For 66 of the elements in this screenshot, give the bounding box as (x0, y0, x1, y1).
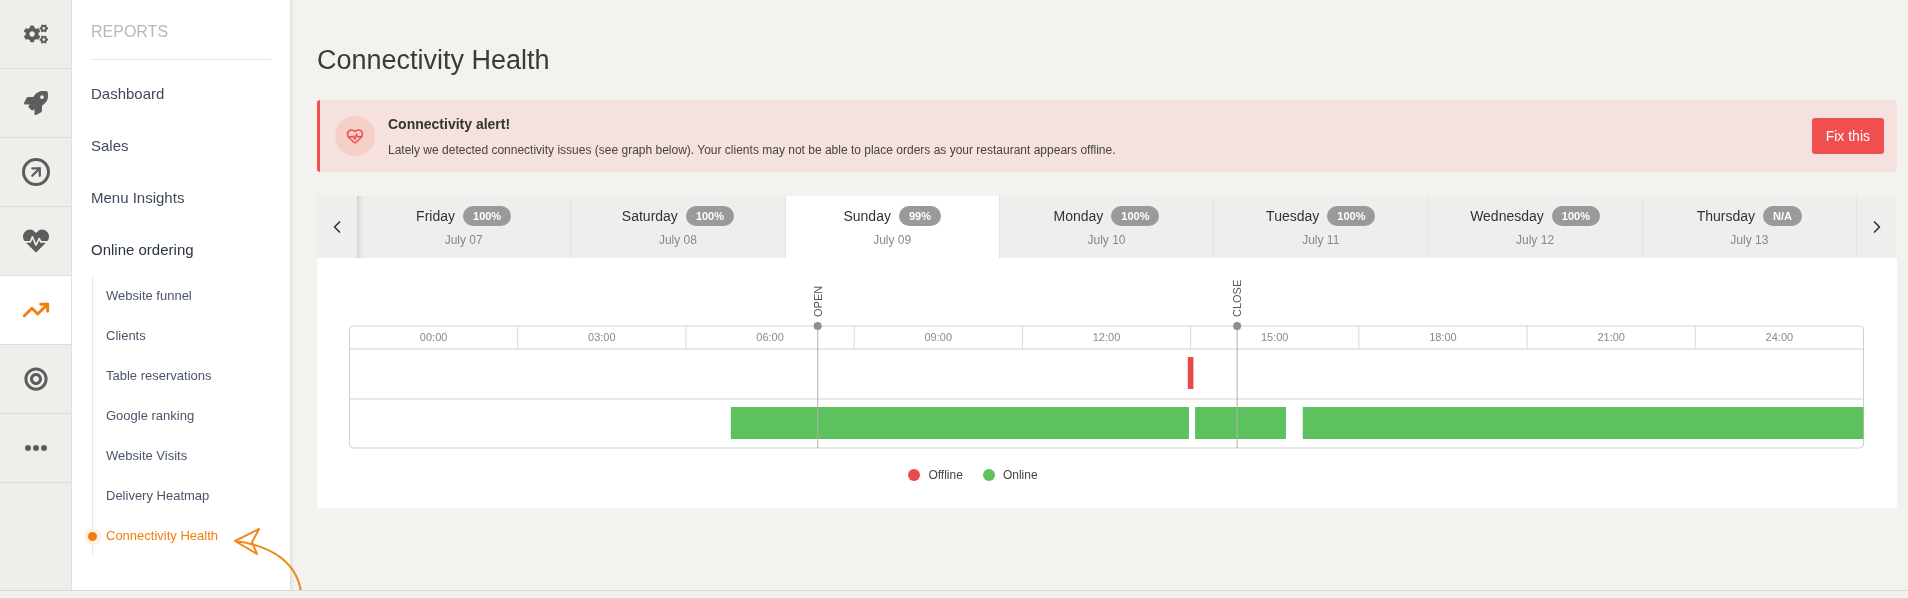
day-tab[interactable]: Wednesday 100% July 12 (1428, 196, 1643, 258)
percent-badge: 100% (685, 205, 734, 227)
tick-label: 15:00 (1260, 331, 1289, 343)
percent-badge: 100% (1327, 205, 1376, 227)
tick-label: 00:00 (419, 331, 448, 343)
marker-dot (1233, 322, 1242, 330)
target-icon (23, 367, 48, 391)
sidebar-subitem[interactable]: Website Visits (106, 446, 188, 466)
sidebar-heading: REPORTS (91, 0, 271, 60)
date-label: July 11 (1302, 231, 1340, 249)
date-label: July 12 (1516, 231, 1555, 249)
tick-label: 12:00 (1092, 331, 1121, 343)
date-label: July 08 (658, 231, 697, 249)
sidebar-subitem[interactable]: Delivery Heatmap (106, 486, 210, 506)
tick-label: 09:00 (924, 331, 953, 343)
date-label: July 09 (873, 231, 912, 249)
day-label: Wednesday (1470, 206, 1544, 226)
day-tab[interactable]: Sunday 99% July 09 (785, 196, 1000, 258)
page-title: Connectivity Health (317, 44, 551, 77)
rail-tab[interactable] (0, 276, 71, 345)
marker-dot (813, 322, 822, 330)
marker-label: CLOSE (1231, 279, 1244, 317)
legend-label: Offline (928, 467, 963, 484)
more-icon (24, 445, 47, 451)
tick-label: 24:00 (1765, 331, 1794, 343)
day-tab[interactable]: Thursday N/A July 13 (1642, 196, 1857, 258)
day-tab[interactable]: Saturday 100% July 08 (571, 196, 786, 258)
date-label: July 07 (444, 231, 483, 249)
date-label: July 10 (1087, 231, 1126, 249)
marker-label: OPEN (811, 285, 824, 317)
legend-label: Online (1002, 467, 1038, 484)
offline-bar (1187, 357, 1194, 389)
day-label: Friday (416, 206, 455, 226)
sidebar-item[interactable]: Online ordering (91, 224, 271, 276)
alert-title: Connectivity alert! (388, 114, 512, 134)
day-label: Saturday (621, 206, 678, 226)
sidebar-item[interactable]: Dashboard (91, 68, 271, 120)
rocket-icon (23, 91, 48, 115)
sidebar-subitem[interactable]: Google ranking (106, 406, 195, 426)
tick-label: 06:00 (756, 331, 784, 343)
sidebar-item[interactable]: Sales (91, 120, 271, 172)
tick-label: 03:00 (588, 331, 616, 343)
day-tab[interactable]: Friday 100% July 07 (357, 196, 572, 258)
fix-button[interactable]: Fix this (1811, 118, 1884, 154)
day-tab[interactable]: Monday 100% July 10 (999, 196, 1215, 258)
heartbeat-icon (335, 116, 375, 156)
day-label: Sunday (843, 206, 891, 226)
alert-message: Lately we detected connectivity issues (see graph below). Your clients may not be able to place orders as your restaurant appears offline. (388, 141, 1117, 159)
tick-label: 18:00 (1429, 331, 1457, 343)
percent-badge: 100% (1551, 205, 1600, 227)
sidebar-subitem[interactable]: Website funnel (106, 286, 192, 306)
day-label: Monday (1053, 206, 1104, 226)
gears-icon (23, 22, 48, 46)
date-label: July 13 (1730, 231, 1769, 249)
day-label: Tuesday (1266, 206, 1320, 226)
tick-label: 21:00 (1597, 331, 1625, 343)
sidebar-subitem[interactable]: Table reservations (106, 366, 212, 386)
percent-badge: 100% (463, 205, 512, 227)
percent-badge: 99% (898, 205, 941, 227)
day-tab[interactable]: Tuesday 100% July 11 (1214, 196, 1429, 258)
sidebar-item[interactable]: Menu Insights (91, 172, 271, 224)
percent-badge: 100% (1111, 205, 1160, 227)
percent-badge: N/A (1763, 205, 1802, 227)
heartbeat-icon (22, 228, 49, 254)
sidebar-subitem[interactable]: Clients (106, 326, 146, 346)
day-label: Thursday (1696, 206, 1756, 226)
